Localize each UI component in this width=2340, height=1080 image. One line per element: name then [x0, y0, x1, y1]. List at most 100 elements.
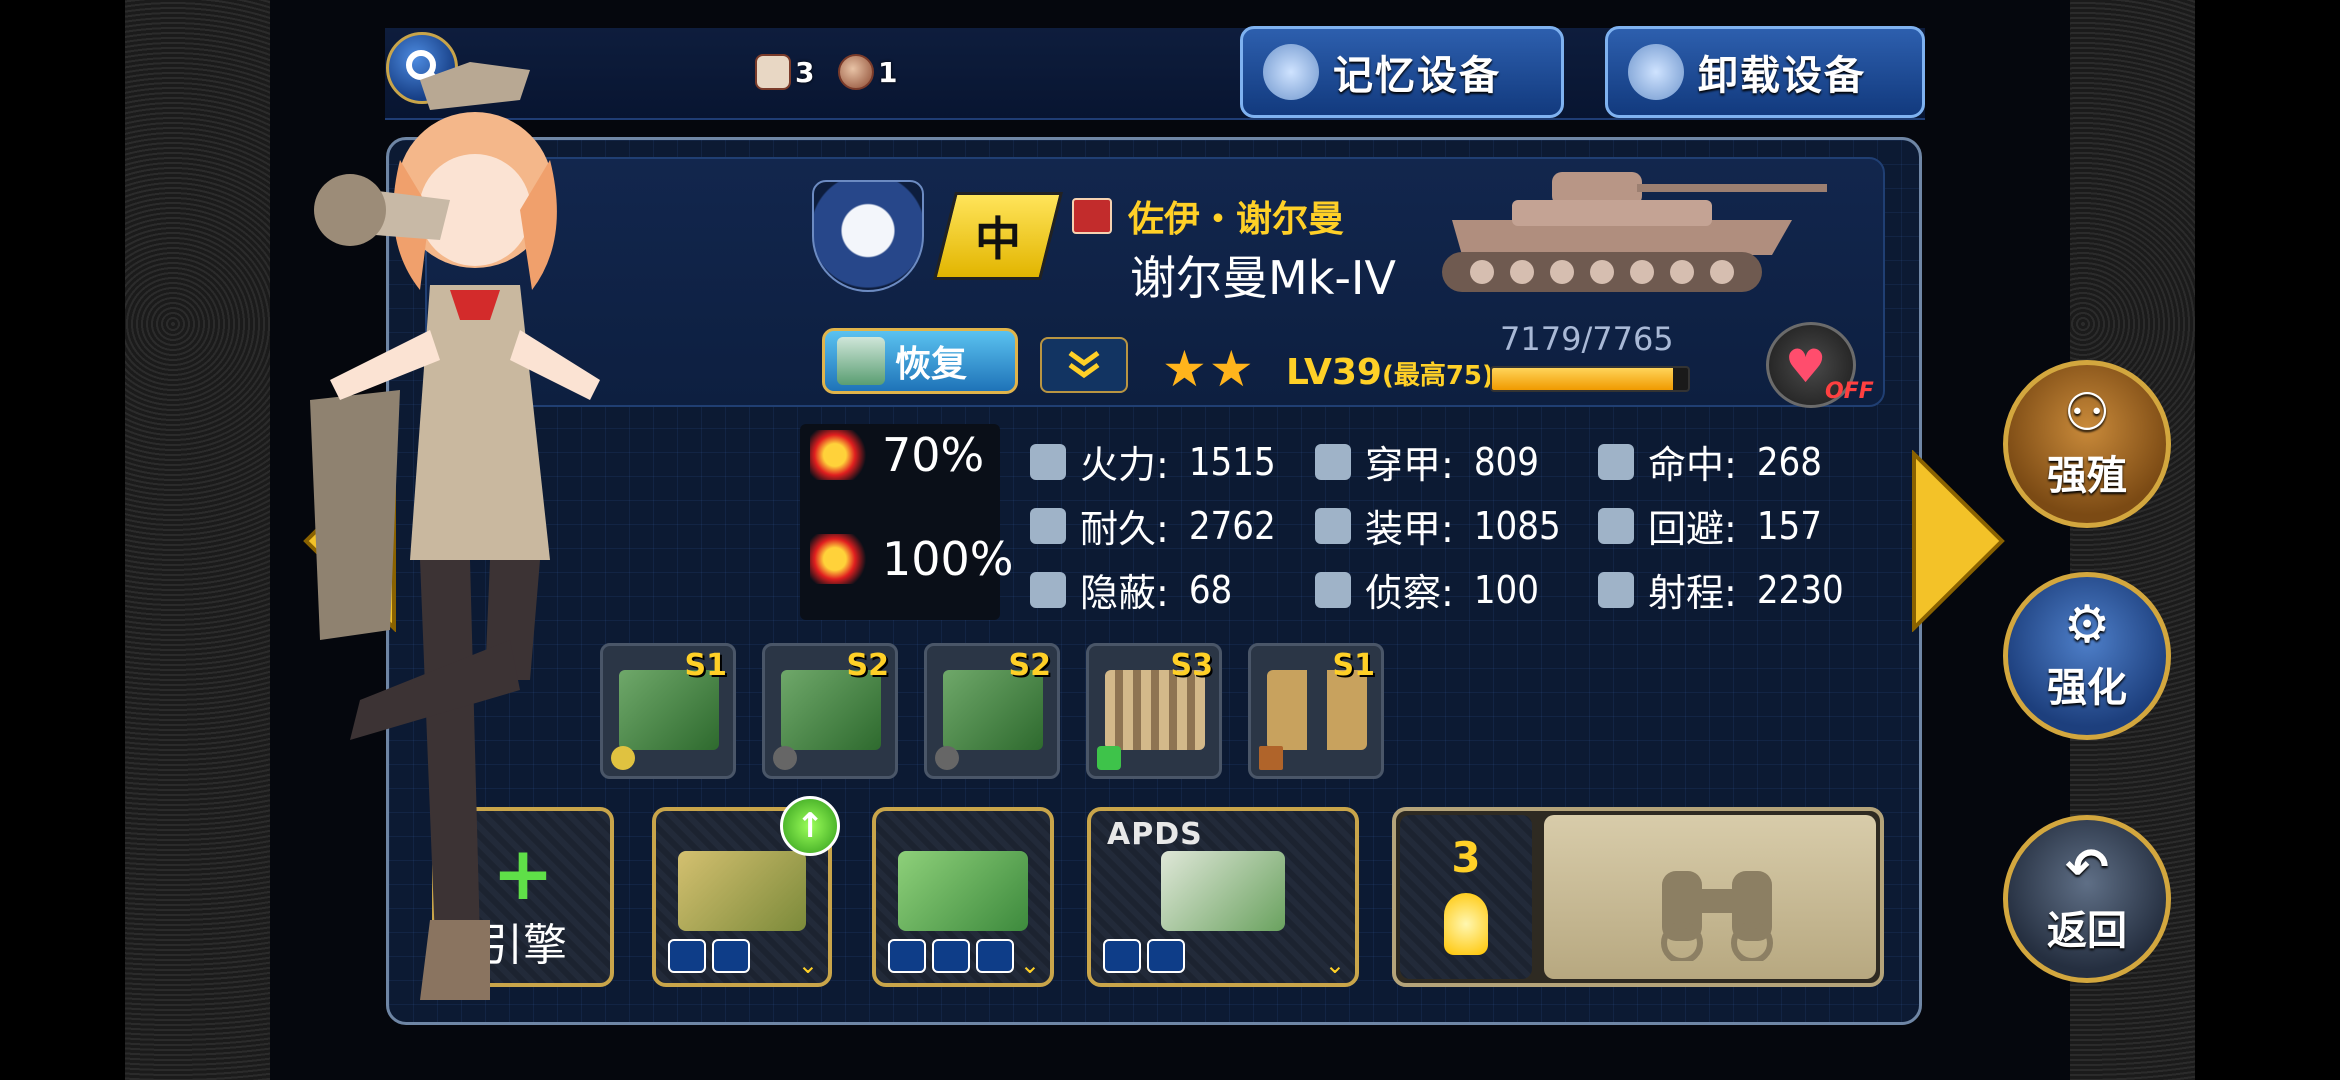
- ball-counter: 1: [838, 50, 897, 94]
- wrench-gear-icon: ⚙: [2063, 595, 2111, 655]
- w-item-count: 3: [1451, 833, 1481, 882]
- memory-equipment-label: 记忆设备: [1333, 53, 1501, 99]
- restore-jar-icon: [837, 337, 885, 385]
- stat-value: 268: [1756, 439, 1823, 484]
- stat-evasion: 回避: 157: [1598, 498, 1822, 553]
- heart-icon: ♥: [1785, 339, 1827, 393]
- part-type-icon: [935, 746, 959, 770]
- eagle-faction-icon: [812, 180, 924, 292]
- exp-bar: [1490, 366, 1690, 392]
- sherman-tank-image: [1442, 172, 1827, 292]
- tag-icon: [932, 939, 970, 973]
- repair-kit-counter: 3: [755, 50, 814, 94]
- part-slot-3[interactable]: S2: [924, 643, 1060, 779]
- recon-icon: [1315, 571, 1351, 608]
- level-max: (最高75): [1381, 361, 1494, 391]
- part-slot-2[interactable]: S2: [762, 643, 898, 779]
- equipment-tags: [888, 939, 1014, 973]
- hull-module-icon: [898, 851, 1028, 931]
- breed-label: 强殖: [2047, 453, 2127, 499]
- level-value: LV39: [1286, 352, 1382, 393]
- recon-equipment-slot[interactable]: 3: [1392, 807, 1884, 987]
- stat-penetration: 穿甲: 809: [1315, 434, 1539, 489]
- chevron-down-icon: ⌄: [1324, 951, 1345, 979]
- part-rank: S1: [1332, 648, 1375, 683]
- stat-label: 命中:: [1648, 443, 1737, 487]
- upgrade-available-icon: ↑: [780, 796, 840, 856]
- exp-bar-fill: [1492, 368, 1674, 390]
- stat-label: 隐蔽:: [1080, 571, 1169, 615]
- tank-explosion-icon: [810, 534, 872, 584]
- stat-label: 耐久:: [1080, 507, 1169, 551]
- background-pattern-left: [125, 0, 285, 1080]
- unload-equipment-button[interactable]: 卸载设备: [1605, 26, 1925, 118]
- restore-label: 恢复: [895, 344, 968, 385]
- stat-accuracy: 命中: 268: [1598, 434, 1822, 489]
- part-type-icon: [1259, 746, 1283, 770]
- enhance-label: 强化: [2047, 665, 2127, 711]
- wrench-unload-icon: [1628, 44, 1684, 100]
- tank-class-label: 中: [975, 212, 1021, 266]
- stat-value: 2762: [1188, 503, 1276, 548]
- part-rank: S2: [1008, 648, 1051, 683]
- return-arrow-icon: ↶: [2065, 838, 2109, 898]
- stat-label: 火力:: [1080, 443, 1169, 487]
- repair-kit-count: 3: [795, 55, 815, 89]
- part-slot-4[interactable]: S3: [1086, 643, 1222, 779]
- stat-label: 装甲:: [1365, 507, 1454, 551]
- expand-button[interactable]: [1040, 337, 1128, 393]
- firepower-icon: [1030, 443, 1066, 480]
- breed-button[interactable]: ⚇ 强殖: [2003, 360, 2171, 528]
- stat-recon: 侦察: 100: [1315, 562, 1539, 617]
- tag-icon: [1147, 939, 1185, 973]
- equipment-tags: [1103, 939, 1185, 973]
- stat-value: 68: [1188, 567, 1233, 612]
- range-icon: [1598, 571, 1634, 608]
- unit-character-name: 佐伊・谢尔曼: [1128, 199, 1345, 240]
- unload-equipment-label: 卸载设备: [1698, 53, 1866, 99]
- ball-count: 1: [878, 55, 898, 89]
- double-chevron-down-icon: [1068, 350, 1100, 379]
- back-button[interactable]: ↶ 返回: [2003, 815, 2171, 983]
- network-nodes-icon: ⚇: [2063, 383, 2111, 443]
- next-unit-arrow[interactable]: [1910, 450, 2006, 632]
- apds-shell-icon: [1161, 851, 1285, 931]
- binoculars-icon: [1661, 871, 1773, 961]
- enhance-button[interactable]: ⚙ 强化: [2003, 572, 2171, 740]
- memory-equipment-button[interactable]: 记忆设备: [1240, 26, 1564, 118]
- part-slot-5[interactable]: S1: [1248, 643, 1384, 779]
- part-rank: S3: [1170, 648, 1213, 683]
- stat-label: 穿甲:: [1365, 443, 1454, 487]
- part-rank: S2: [846, 648, 889, 683]
- w-item-panel: 3: [1400, 815, 1532, 979]
- stat-value: 1515: [1188, 439, 1276, 484]
- percent-value-2: 100%: [882, 532, 1014, 586]
- penetration-icon: [1315, 443, 1351, 480]
- explosion-icon: [810, 430, 872, 480]
- equipment-slot-apds[interactable]: APDS ⌄: [1087, 807, 1359, 987]
- part-type-icon: [773, 746, 797, 770]
- equipment-slot-hull[interactable]: ⌄: [872, 807, 1054, 987]
- concealment-icon: [1030, 571, 1066, 608]
- percent-value-1: 70%: [882, 428, 985, 482]
- percent-row-1: 70%: [810, 428, 984, 482]
- stat-label: 侦察:: [1365, 571, 1454, 615]
- favorite-toggle[interactable]: ♥ OFF: [1766, 322, 1874, 408]
- part-type-icon: [1097, 746, 1121, 770]
- stat-label: 射程:: [1648, 571, 1737, 615]
- tag-icon: [976, 939, 1014, 973]
- unit-tank-name: 谢尔曼Mk-IV: [1130, 251, 1396, 305]
- evasion-icon: [1598, 507, 1634, 544]
- stat-armor: 装甲: 1085: [1315, 498, 1561, 553]
- stat-range: 射程: 2230: [1598, 562, 1844, 617]
- tank-class-badge: 中: [933, 192, 1063, 280]
- restore-button[interactable]: 恢复: [822, 328, 1018, 394]
- stat-value: 1085: [1473, 503, 1561, 548]
- refresh-icon: [1263, 44, 1319, 100]
- character-illustration: [310, 62, 600, 1000]
- exp-text: 7179/7765: [1500, 320, 1674, 358]
- repair-kit-icon: [755, 54, 791, 90]
- armor-icon: [1315, 507, 1351, 544]
- tag-icon: [888, 939, 926, 973]
- percent-row-2: 100%: [810, 532, 1014, 586]
